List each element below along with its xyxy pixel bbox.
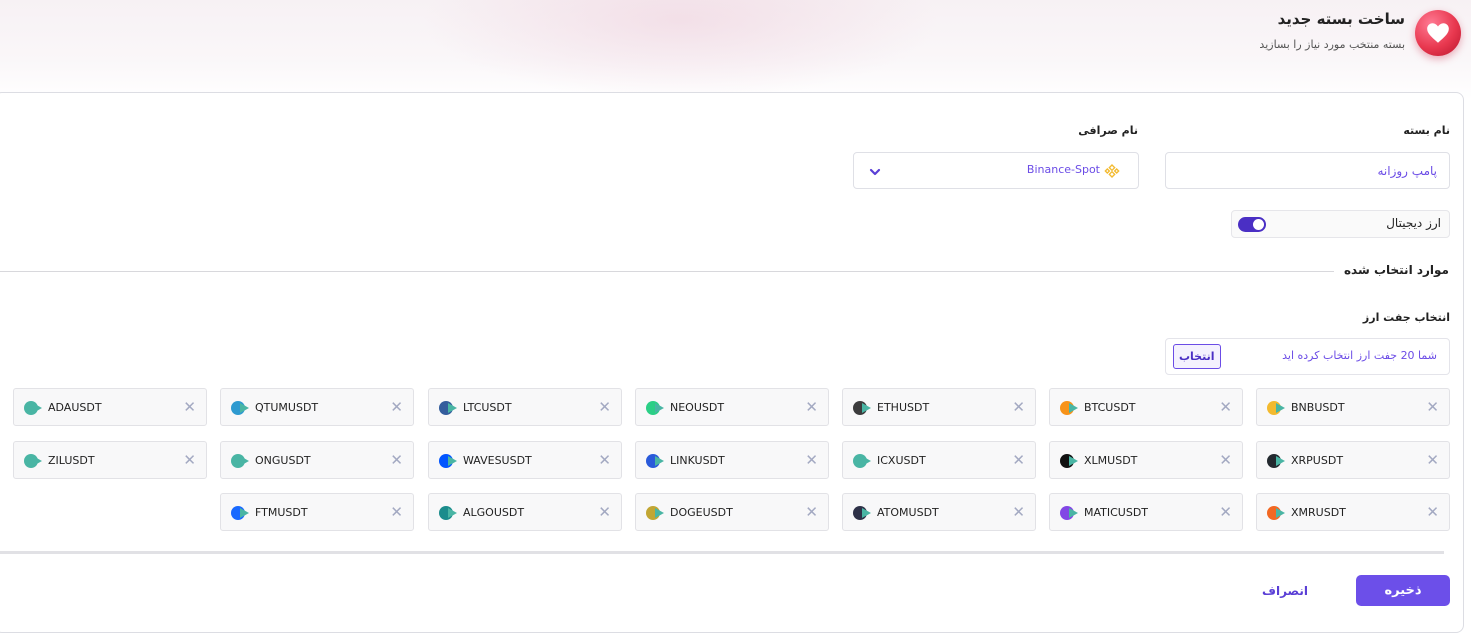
selected-pair-chip: DOGEUSDT ✕: [635, 493, 829, 531]
pair-label: QTUMUSDT: [255, 401, 319, 414]
remove-pair-icon[interactable]: ✕: [390, 399, 403, 415]
remove-pair-icon[interactable]: ✕: [1219, 504, 1232, 520]
remove-pair-icon[interactable]: ✕: [598, 452, 611, 468]
selected-pair-chip: ADAUSDT ✕: [13, 388, 207, 426]
pair-label: LTCUSDT: [463, 401, 512, 414]
pair-label: BNBUSDT: [1291, 401, 1345, 414]
remove-pair-icon[interactable]: ✕: [1219, 452, 1232, 468]
remove-pair-icon[interactable]: ✕: [1012, 452, 1025, 468]
footer-divider: [0, 551, 1444, 554]
pair-label: BTCUSDT: [1084, 401, 1136, 414]
remove-pair-icon[interactable]: ✕: [1012, 504, 1025, 520]
remove-pair-icon[interactable]: ✕: [598, 504, 611, 520]
package-name-label: نام بسته: [1403, 124, 1450, 137]
remove-pair-icon[interactable]: ✕: [1012, 399, 1025, 415]
crypto-toggle-row: ارز دیجیتال: [1231, 210, 1450, 238]
pair-label: XRPUSDT: [1291, 454, 1344, 467]
pair-label: ADAUSDT: [48, 401, 102, 414]
binance-icon: [1104, 164, 1120, 178]
selected-pair-chip: ATOMUSDT ✕: [842, 493, 1036, 531]
pair-label: MATICUSDT: [1084, 506, 1149, 519]
pair-label: XMRUSDT: [1291, 506, 1346, 519]
selected-pair-chip: LINKUSDT ✕: [635, 441, 829, 479]
selected-pair-chip: ONGUSDT ✕: [220, 441, 414, 479]
pair-label: ZILUSDT: [48, 454, 95, 467]
selected-pair-chip: ALGOUSDT ✕: [428, 493, 622, 531]
pair-label: DOGEUSDT: [670, 506, 733, 519]
exchange-select[interactable]: Binance-Spot: [853, 152, 1139, 189]
pair-label: ONGUSDT: [255, 454, 311, 467]
pair-label: XLMUSDT: [1084, 454, 1138, 467]
crypto-toggle-switch[interactable]: [1238, 217, 1266, 232]
pair-label: LINKUSDT: [670, 454, 725, 467]
selected-pair-chip: ZILUSDT ✕: [13, 441, 207, 479]
selected-pair-chip: FTMUSDT ✕: [220, 493, 414, 531]
heart-icon: [1427, 23, 1449, 43]
pair-select-box: شما 20 جفت ارز انتخاب کرده اید انتخاب: [1165, 338, 1450, 375]
remove-pair-icon[interactable]: ✕: [1219, 399, 1232, 415]
pair-label: ICXUSDT: [877, 454, 926, 467]
selected-pair-chip: BTCUSDT ✕: [1049, 388, 1243, 426]
chevron-down-icon: [869, 168, 881, 176]
selected-pair-chip: MATICUSDT ✕: [1049, 493, 1243, 531]
selected-items-title: موارد انتخاب شده: [1343, 263, 1449, 277]
selected-pair-chip: XMRUSDT ✕: [1256, 493, 1450, 531]
selected-pair-chip: ETHUSDT ✕: [842, 388, 1036, 426]
pair-label: ETHUSDT: [877, 401, 930, 414]
selected-pair-chip: QTUMUSDT ✕: [220, 388, 414, 426]
selected-pair-chip: XRPUSDT ✕: [1256, 441, 1450, 479]
header-background: [0, 0, 1471, 100]
pair-label: WAVESUSDT: [463, 454, 532, 467]
remove-pair-icon[interactable]: ✕: [805, 504, 818, 520]
remove-pair-icon[interactable]: ✕: [390, 504, 403, 520]
selected-pair-chip: WAVESUSDT ✕: [428, 441, 622, 479]
remove-pair-icon[interactable]: ✕: [1426, 452, 1439, 468]
exchange-value: Binance-Spot: [1026, 163, 1100, 176]
crypto-toggle-label: ارز دیجیتال: [1386, 216, 1441, 230]
pair-select-label: انتخاب جفت ارز: [1362, 311, 1450, 324]
remove-pair-icon[interactable]: ✕: [1426, 504, 1439, 520]
selected-pair-chip: LTCUSDT ✕: [428, 388, 622, 426]
remove-pair-icon[interactable]: ✕: [805, 452, 818, 468]
cancel-button[interactable]: انصراف: [1250, 575, 1320, 606]
save-button[interactable]: ذخیره: [1356, 575, 1450, 606]
exchange-label: نام صرافی: [1078, 124, 1138, 137]
select-pairs-button[interactable]: انتخاب: [1173, 344, 1221, 369]
page-title: ساخت بسته جدید: [1277, 10, 1405, 28]
remove-pair-icon[interactable]: ✕: [805, 399, 818, 415]
remove-pair-icon[interactable]: ✕: [390, 452, 403, 468]
remove-pair-icon[interactable]: ✕: [1426, 399, 1439, 415]
remove-pair-icon[interactable]: ✕: [598, 399, 611, 415]
pair-label: FTMUSDT: [255, 506, 308, 519]
pair-count-text: شما 20 جفت ارز انتخاب کرده اید: [1282, 349, 1437, 362]
selected-pair-chip: ICXUSDT ✕: [842, 441, 1036, 479]
selected-pair-chip: BNBUSDT ✕: [1256, 388, 1450, 426]
pair-label: NEOUSDT: [670, 401, 725, 414]
selected-pair-chip: XLMUSDT ✕: [1049, 441, 1243, 479]
pair-label: ALGOUSDT: [463, 506, 525, 519]
remove-pair-icon[interactable]: ✕: [183, 452, 196, 468]
heart-logo-icon: [1415, 10, 1461, 56]
remove-pair-icon[interactable]: ✕: [183, 399, 196, 415]
package-name-input[interactable]: [1165, 152, 1450, 189]
selected-pair-chip: NEOUSDT ✕: [635, 388, 829, 426]
section-divider: [0, 271, 1334, 272]
page-subtitle: بسته منتخب مورد نیاز را بسازید: [1259, 38, 1405, 51]
pair-label: ATOMUSDT: [877, 506, 939, 519]
